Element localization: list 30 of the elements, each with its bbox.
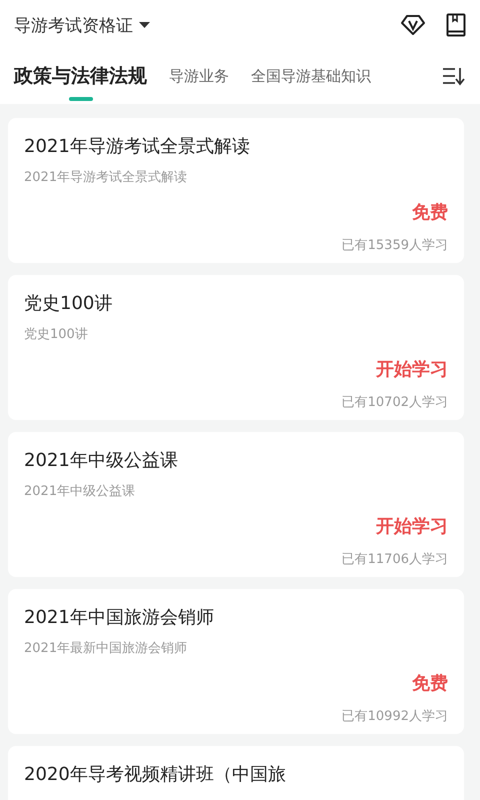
course-title: 2020年导考视频精讲班（中国旅 [24,763,287,787]
course-card[interactable]: 党史100讲 党史100讲 开始学习 已有10702人学习 [8,275,464,420]
category-tab[interactable]: 导游业务 [169,54,229,98]
category-tab[interactable]: 政策与法律法规 [14,51,147,101]
exam-selector[interactable]: 导游考试资格证 [14,14,150,36]
course-title: 2021年导游考试全景式解读 [24,135,251,159]
course-card[interactable]: 2021年导游考试全景式解读 2021年导游考试全景式解读 免费 已有15359人学习 [8,118,464,263]
price-label: 免费 [412,201,448,224]
course-card[interactable]: 2020年导考视频精讲班（中国旅 [8,746,464,800]
course-card[interactable]: 2021年中级公益课 2021年中级公益课 开始学习 已有11706人学习 [8,432,464,577]
price-label: 开始学习 [376,358,448,381]
learner-count: 已有11706人学习 [342,551,448,568]
course-card[interactable]: 2021年中国旅游会销师 2021年最新中国旅游会销师 免费 已有10992人学习 [8,589,464,734]
price-label: 免费 [412,672,448,695]
course-title: 2021年中国旅游会销师 [24,606,215,630]
learner-count: 已有10702人学习 [342,394,448,411]
course-subtitle: 2021年最新中国旅游会销师 [24,640,188,657]
book-icon[interactable] [446,13,466,37]
course-subtitle: 2021年中级公益课 [24,483,136,500]
vip-diamond-icon[interactable] [400,14,426,36]
course-title: 党史100讲 [24,292,114,316]
caret-icon [139,22,150,28]
course-subtitle: 2021年导游考试全景式解读 [24,169,188,186]
category-tab[interactable]: 全国导游基础知识 [251,54,371,98]
course-subtitle: 党史100讲 [24,326,89,343]
price-label: 开始学习 [376,515,448,538]
sort-icon[interactable] [442,66,466,86]
course-title: 2021年中级公益课 [24,449,179,473]
learner-count: 已有15359人学习 [342,237,448,254]
learner-count: 已有10992人学习 [342,708,448,725]
